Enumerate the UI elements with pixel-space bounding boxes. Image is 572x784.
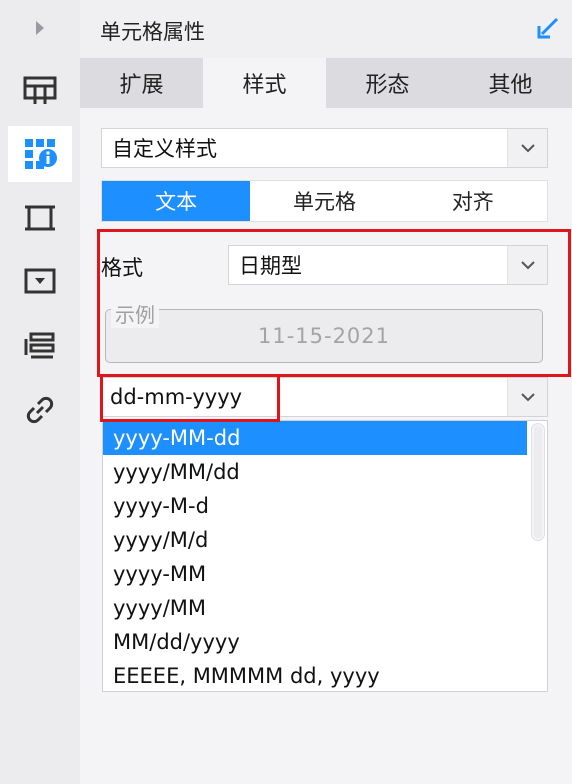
cell-properties-icon[interactable]: [8, 126, 72, 182]
date-pattern-dropdown: yyyy-MM-dd yyyy/MM/dd yyyy-M-d yyyy/M/d …: [102, 420, 548, 692]
left-toolbar: [0, 0, 80, 784]
format-highlight-box: [97, 229, 571, 377]
property-tabs: 扩展 样式 形态 其他: [80, 58, 572, 108]
pattern-highlight-box: [100, 374, 280, 422]
style-type-value: 自定义样式: [112, 137, 217, 161]
dropdown-option[interactable]: yyyy/MM/dd: [103, 455, 527, 489]
dropdown-scrollbar[interactable]: [531, 423, 545, 541]
dropdown-option[interactable]: yyyy/M/d: [103, 523, 527, 557]
tab-expand[interactable]: 扩展: [80, 58, 203, 108]
expand-arrow-icon[interactable]: [30, 18, 50, 38]
dropdown-option[interactable]: yyyy-MM: [103, 557, 527, 591]
tab-other[interactable]: 其他: [449, 58, 572, 108]
segment-cell[interactable]: 单元格: [250, 181, 398, 221]
scrollbar-thumb[interactable]: [534, 426, 542, 538]
widget-dropdown-icon[interactable]: [8, 254, 72, 310]
dropdown-option[interactable]: yyyy/MM: [103, 591, 527, 625]
chevron-down-icon[interactable]: [507, 378, 547, 416]
dropdown-option[interactable]: yyyy-M-d: [103, 489, 527, 523]
dropdown-option[interactable]: yyyy-MM-dd: [103, 421, 527, 455]
chevron-down-icon[interactable]: [507, 129, 547, 167]
segment-align[interactable]: 对齐: [399, 181, 547, 221]
panel-title: 单元格属性: [100, 20, 205, 44]
dropdown-option[interactable]: MM/dd/yyyy: [103, 625, 527, 659]
collapse-panel-icon[interactable]: [536, 16, 560, 40]
tab-shape[interactable]: 形态: [326, 58, 449, 108]
frame-layout-icon[interactable]: [8, 62, 72, 118]
style-type-select[interactable]: 自定义样式: [101, 128, 548, 168]
tab-style[interactable]: 样式: [203, 58, 326, 108]
link-icon[interactable]: [8, 382, 72, 438]
crop-frame-icon[interactable]: [8, 190, 72, 246]
dropdown-option[interactable]: EEEEE, MMMMM dd, yyyy: [103, 659, 527, 693]
style-segment-control: 文本 单元格 对齐: [101, 180, 548, 222]
stack-list-icon[interactable]: [8, 318, 72, 374]
segment-text[interactable]: 文本: [102, 181, 251, 221]
panel-header: 单元格属性: [80, 0, 572, 58]
